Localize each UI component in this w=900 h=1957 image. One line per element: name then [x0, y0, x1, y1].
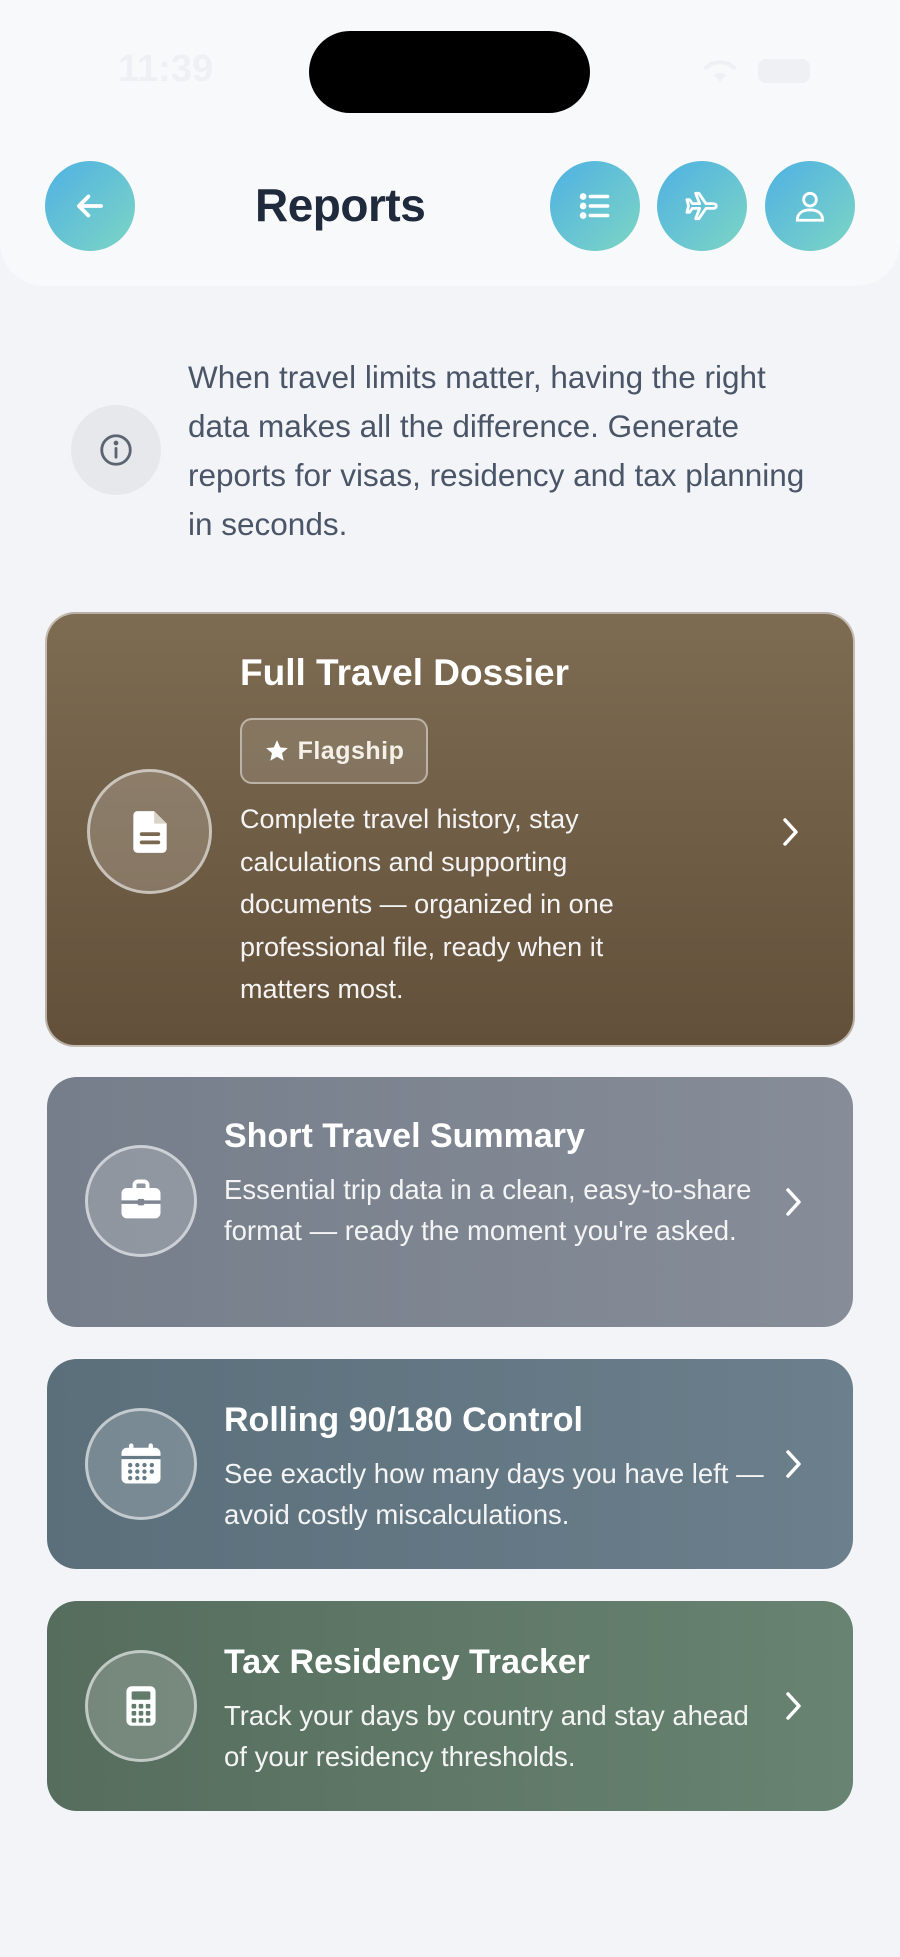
list-icon	[579, 193, 610, 219]
report-title: Short Travel Summary	[224, 1117, 585, 1155]
report-title: Tax Residency Tracker	[224, 1643, 591, 1681]
report-title: Full Travel Dossier	[240, 652, 570, 693]
airplane-icon	[685, 191, 718, 221]
report-description: See exactly how many days you have left …	[224, 1458, 764, 1530]
chevron-right-icon	[786, 1450, 801, 1478]
flagship-badge: Flagship	[240, 718, 428, 784]
report-title: Rolling 90/180 Control	[224, 1401, 583, 1439]
arrow-left-icon	[77, 194, 103, 218]
info-icon	[100, 434, 132, 466]
briefcase-icon	[121, 1179, 161, 1219]
status-time: 11:39	[118, 48, 214, 90]
chevron-right-icon	[786, 1692, 801, 1720]
header: 11:39 Reports	[0, 0, 900, 286]
reports-screen: 11:39 Reports When travel limits matter,…	[0, 0, 900, 1957]
user-icon	[795, 191, 825, 222]
report-icon-badge	[87, 769, 212, 894]
trips-button[interactable]	[657, 161, 747, 251]
list-button[interactable]	[550, 161, 640, 251]
chevron-right-icon	[783, 818, 798, 846]
star-icon	[265, 740, 288, 761]
battery-icon	[758, 59, 810, 83]
calculator-icon	[126, 1686, 156, 1726]
report-description: Essential trip data in a clean, easy-to-…	[224, 1174, 752, 1246]
back-button[interactable]	[45, 161, 135, 251]
report-description: Track your days by country and stay ahea…	[224, 1700, 749, 1772]
document-icon	[132, 810, 167, 853]
report-icon-badge	[85, 1145, 197, 1257]
report-description: Complete travel history, stay calculatio…	[240, 804, 614, 1004]
chevron-right-icon	[786, 1188, 801, 1216]
page-title: Reports	[255, 179, 426, 231]
profile-button[interactable]	[765, 161, 855, 251]
report-card-tax-residency[interactable]: Tax Residency Tracker Track your days by…	[47, 1601, 853, 1811]
calendar-icon	[121, 1443, 161, 1484]
report-card-full-dossier[interactable]: Full Travel Dossier Flagship Complete tr…	[45, 612, 855, 1047]
intro-text: When travel limits matter, having the ri…	[188, 359, 805, 542]
dynamic-island	[309, 31, 590, 113]
report-card-rolling-90-180[interactable]: Rolling 90/180 Control See exactly how m…	[47, 1359, 853, 1569]
info-badge	[71, 405, 161, 495]
status-icons	[702, 58, 810, 84]
badge-label: Flagship	[297, 736, 405, 765]
wifi-icon	[704, 60, 736, 82]
report-card-short-summary[interactable]: Short Travel Summary Essential trip data…	[47, 1077, 853, 1327]
report-icon-badge	[85, 1408, 197, 1520]
report-icon-badge	[85, 1650, 197, 1762]
